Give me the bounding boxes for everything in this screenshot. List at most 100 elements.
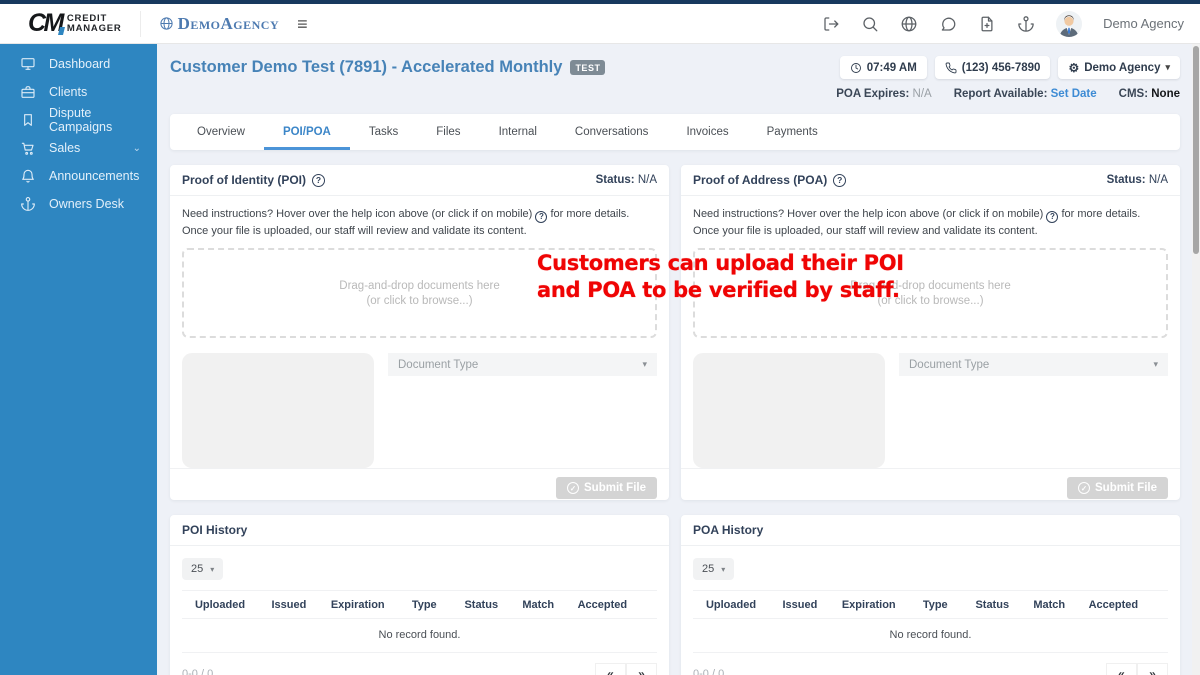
sidebar-item-dashboard[interactable]: Dashboard bbox=[0, 50, 157, 78]
check-circle-icon: ✓ bbox=[1078, 482, 1090, 494]
logout-icon[interactable] bbox=[822, 15, 840, 33]
credit-manager-logo: CM CREDIT MANAGER bbox=[28, 9, 122, 38]
agency-dropdown[interactable]: ⚙ Demo Agency ▾ bbox=[1058, 56, 1180, 79]
sidebar-item-dispute-campaigns[interactable]: Dispute Campaigns bbox=[0, 106, 157, 134]
poi-history-header: POI History bbox=[170, 515, 669, 546]
poa-panel-header: Proof of Address (POA)? Status: N/A bbox=[681, 165, 1180, 196]
poi-pagination: « » bbox=[595, 663, 657, 675]
poi-upload-row: Document Type ▾ bbox=[182, 353, 657, 468]
bell-icon bbox=[20, 168, 36, 184]
history-panels-row: POI History 25▾ Uploaded Issued Expirati… bbox=[170, 515, 1180, 675]
poi-range-text: 0-0 / 0 bbox=[182, 668, 213, 675]
topbar-user-label[interactable]: Demo Agency bbox=[1103, 16, 1184, 31]
tab-files[interactable]: Files bbox=[417, 114, 479, 150]
poi-preview-placeholder bbox=[182, 353, 374, 468]
poi-submit-file-button[interactable]: ✓Submit File bbox=[556, 477, 657, 499]
globe-icon[interactable] bbox=[900, 15, 918, 33]
poa-instructions: Need instructions? Hover over the help i… bbox=[693, 206, 1168, 240]
page-header: Customer Demo Test (7891) - Accelerated … bbox=[170, 56, 1180, 79]
bookmark-icon bbox=[20, 112, 36, 128]
tab-internal[interactable]: Internal bbox=[480, 114, 556, 150]
app-window: CM CREDIT MANAGER DemoAgency ≡ bbox=[0, 0, 1200, 675]
poi-history-table: Uploaded Issued Expiration Type Status M… bbox=[182, 590, 657, 653]
test-badge: TEST bbox=[570, 60, 605, 75]
cart-icon bbox=[20, 140, 36, 156]
prev-page-button[interactable]: « bbox=[595, 663, 626, 675]
sidebar-item-owners-desk[interactable]: Owners Desk bbox=[0, 190, 157, 218]
poi-panel-body: Need instructions? Hover over the help i… bbox=[170, 196, 669, 468]
caret-down-icon: ▾ bbox=[210, 565, 214, 574]
poa-panel: Proof of Address (POA)? Status: N/A Need… bbox=[681, 165, 1180, 500]
tab-conversations[interactable]: Conversations bbox=[556, 114, 668, 150]
help-icon[interactable]: ? bbox=[312, 174, 325, 187]
tab-tasks[interactable]: Tasks bbox=[350, 114, 417, 150]
next-page-button[interactable]: » bbox=[1137, 663, 1168, 675]
poa-history-footer: 0-0 / 0 « » bbox=[693, 663, 1168, 675]
poa-submit-file-button[interactable]: ✓Submit File bbox=[1067, 477, 1168, 499]
tab-poi-poa[interactable]: POI/POA bbox=[264, 114, 350, 150]
main-content: Customer Demo Test (7891) - Accelerated … bbox=[157, 44, 1200, 675]
report-available: Report Available: Set Date bbox=[954, 88, 1097, 100]
tab-overview[interactable]: Overview bbox=[178, 114, 264, 150]
set-date-link[interactable]: Set Date bbox=[1051, 88, 1097, 100]
briefcase-icon bbox=[20, 84, 36, 100]
annotation-overlay: Customers can upload their POI and POA t… bbox=[537, 250, 904, 304]
caret-down-icon: ▾ bbox=[642, 359, 647, 370]
globe-logo-icon bbox=[159, 16, 174, 31]
agency-logo[interactable]: DemoAgency bbox=[159, 14, 280, 34]
poa-pagination: « » bbox=[1106, 663, 1168, 675]
gear-icon: ⚙ bbox=[1068, 62, 1079, 74]
help-icon[interactable]: ? bbox=[1046, 211, 1058, 223]
user-avatar[interactable] bbox=[1056, 11, 1082, 37]
poi-panel-footer: ✓Submit File bbox=[170, 468, 669, 507]
poa-empty-message: No record found. bbox=[693, 619, 1168, 653]
topbar-divider bbox=[140, 11, 141, 37]
tab-payments[interactable]: Payments bbox=[748, 114, 837, 150]
poa-panel-body: Need instructions? Hover over the help i… bbox=[681, 196, 1180, 468]
phone-pill[interactable]: (123) 456-7890 bbox=[935, 56, 1051, 79]
hamburger-menu-icon[interactable]: ≡ bbox=[297, 15, 308, 33]
next-page-button[interactable]: » bbox=[626, 663, 657, 675]
poa-panel-title: Proof of Address (POA)? bbox=[693, 173, 846, 187]
poa-document-type-select[interactable]: Document Type ▾ bbox=[899, 353, 1168, 376]
chevron-down-icon: ⌄ bbox=[133, 143, 141, 154]
poi-history-title: POI History bbox=[182, 523, 247, 537]
tab-invoices[interactable]: Invoices bbox=[667, 114, 747, 150]
anchor-icon[interactable] bbox=[1017, 15, 1035, 33]
poa-history-table: Uploaded Issued Expiration Type Status M… bbox=[693, 590, 1168, 653]
file-plus-icon[interactable] bbox=[978, 15, 996, 33]
header-pills: 07:49 AM (123) 456-7890 ⚙ Demo Agency ▾ bbox=[840, 56, 1180, 79]
brand-mark: CM bbox=[28, 9, 62, 38]
poi-history-footer: 0-0 / 0 « » bbox=[182, 663, 657, 675]
search-icon[interactable] bbox=[861, 15, 879, 33]
poa-page-size-select[interactable]: 25▾ bbox=[693, 558, 734, 580]
poi-panel-header: Proof of Identity (POI)? Status: N/A bbox=[170, 165, 669, 196]
chat-icon[interactable] bbox=[939, 15, 957, 33]
sidebar-item-clients[interactable]: Clients bbox=[0, 78, 157, 106]
poa-history-panel: POA History 25▾ Uploaded Issued Expirati… bbox=[681, 515, 1180, 675]
cms-status: CMS: None bbox=[1119, 88, 1180, 100]
topbar-actions: Demo Agency bbox=[822, 11, 1184, 37]
poi-empty-message: No record found. bbox=[182, 619, 657, 653]
time-pill: 07:49 AM bbox=[840, 56, 927, 79]
monitor-icon bbox=[20, 56, 36, 72]
poi-page-size-select[interactable]: 25▾ bbox=[182, 558, 223, 580]
poa-history-header: POA History bbox=[681, 515, 1180, 546]
tab-bar: Overview POI/POA Tasks Files Internal Co… bbox=[170, 114, 1180, 150]
poi-history-columns: Uploaded Issued Expiration Type Status M… bbox=[182, 591, 657, 619]
sidebar-item-sales[interactable]: Sales ⌄ bbox=[0, 134, 157, 162]
poa-history-columns: Uploaded Issued Expiration Type Status M… bbox=[693, 591, 1168, 619]
poi-document-type-select[interactable]: Document Type ▾ bbox=[388, 353, 657, 376]
poa-preview-placeholder bbox=[693, 353, 885, 468]
prev-page-button[interactable]: « bbox=[1106, 663, 1137, 675]
help-icon[interactable]: ? bbox=[535, 211, 547, 223]
clock-icon bbox=[850, 62, 862, 74]
sidebar: Dashboard Clients Dispute Campaigns Sale… bbox=[0, 44, 157, 675]
help-icon[interactable]: ? bbox=[833, 174, 846, 187]
sidebar-item-announcements[interactable]: Announcements bbox=[0, 162, 157, 190]
phone-icon bbox=[945, 62, 957, 74]
header-info-row: POA Expires: N/A Report Available: Set D… bbox=[170, 88, 1180, 100]
scrollbar-thumb[interactable] bbox=[1193, 46, 1199, 254]
upload-panels-row: Proof of Identity (POI)? Status: N/A Nee… bbox=[170, 165, 1180, 500]
brand-text: CREDIT MANAGER bbox=[67, 14, 122, 34]
